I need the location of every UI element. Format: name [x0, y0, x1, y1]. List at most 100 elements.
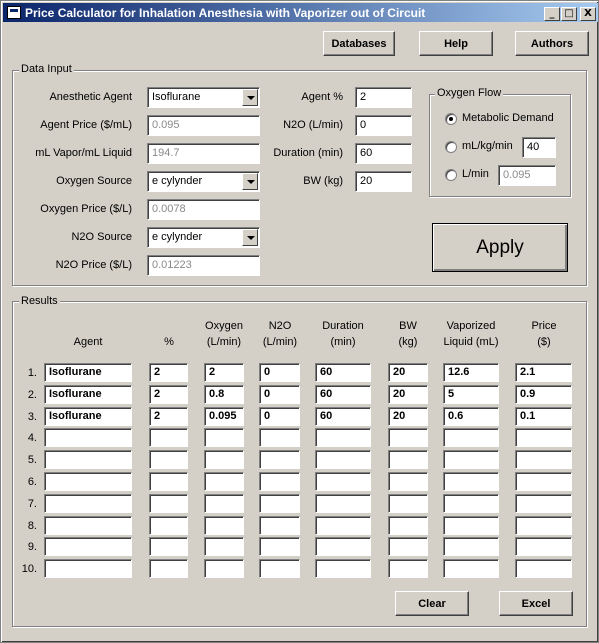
result-cell-bw[interactable] — [388, 472, 428, 491]
result-cell-price[interactable]: 0.1 — [515, 406, 572, 426]
title-bar[interactable]: Price Calculator for Inhalation Anesthes… — [3, 3, 598, 22]
result-cell-vaporized[interactable] — [443, 559, 499, 579]
result-cell-duration[interactable] — [315, 537, 371, 557]
result-cell-oxygen[interactable] — [204, 450, 244, 470]
result-cell-bw[interactable] — [388, 493, 428, 513]
result-cell-bw[interactable] — [388, 537, 428, 557]
ml-kg-min-field[interactable]: 40 — [522, 137, 556, 158]
result-cell-vaporized[interactable] — [443, 428, 499, 448]
result-cell-oxygen[interactable] — [204, 472, 244, 491]
result-cell-pct[interactable] — [149, 515, 188, 535]
result-cell-n2o[interactable] — [259, 493, 300, 513]
result-cell-duration[interactable] — [315, 450, 371, 470]
result-cell-bw[interactable] — [388, 428, 428, 448]
result-cell-pct[interactable] — [149, 493, 188, 513]
result-cell-duration[interactable] — [315, 515, 371, 535]
apply-button[interactable]: Apply — [432, 223, 568, 272]
result-cell-vaporized[interactable]: 0.6 — [443, 406, 499, 426]
result-cell-price[interactable] — [515, 559, 572, 579]
result-cell-duration[interactable]: 60 — [315, 384, 371, 404]
result-cell-oxygen[interactable]: 0.095 — [204, 406, 244, 426]
metabolic-demand-radio[interactable] — [445, 113, 457, 125]
result-cell-agent[interactable] — [44, 559, 132, 579]
result-cell-agent[interactable]: Isoflurane — [44, 363, 132, 382]
result-cell-pct[interactable] — [149, 559, 188, 579]
result-cell-price[interactable]: 2.1 — [515, 363, 572, 382]
result-cell-pct[interactable] — [149, 428, 188, 448]
help-button[interactable]: Help — [419, 31, 493, 56]
result-cell-price[interactable]: 0.9 — [515, 384, 572, 404]
agent-price-field[interactable]: 0.095 — [147, 115, 260, 136]
clear-button[interactable]: Clear — [395, 591, 469, 616]
agent-pct-field[interactable]: 2 — [355, 87, 412, 108]
oxygen-price-field[interactable]: 0.0078 — [147, 199, 260, 220]
bw-field[interactable]: 20 — [355, 171, 412, 192]
result-cell-bw[interactable]: 20 — [388, 384, 428, 404]
chevron-down-icon[interactable] — [242, 173, 258, 190]
result-cell-oxygen[interactable] — [204, 428, 244, 448]
result-cell-bw[interactable]: 20 — [388, 406, 428, 426]
result-cell-oxygen[interactable] — [204, 559, 244, 579]
result-cell-duration[interactable] — [315, 472, 371, 491]
result-cell-vaporized[interactable]: 12.6 — [443, 363, 499, 382]
result-cell-agent[interactable] — [44, 472, 132, 491]
chevron-down-icon[interactable] — [242, 229, 258, 246]
result-cell-agent[interactable] — [44, 428, 132, 448]
result-cell-price[interactable] — [515, 493, 572, 513]
result-cell-pct[interactable] — [149, 450, 188, 470]
maximize-button[interactable]: □ — [561, 7, 577, 21]
result-cell-oxygen[interactable] — [204, 493, 244, 513]
result-cell-oxygen[interactable] — [204, 537, 244, 557]
chevron-down-icon[interactable] — [242, 89, 258, 106]
ml-kg-min-radio[interactable] — [445, 141, 457, 153]
result-cell-vaporized[interactable] — [443, 472, 499, 491]
oxygen-source-select[interactable]: e cylynder — [147, 171, 260, 192]
excel-button[interactable]: Excel — [499, 591, 573, 616]
databases-button[interactable]: Databases — [323, 31, 395, 56]
result-cell-price[interactable] — [515, 537, 572, 557]
result-cell-vaporized[interactable]: 5 — [443, 384, 499, 404]
result-cell-price[interactable] — [515, 515, 572, 535]
close-button[interactable]: X — [580, 7, 596, 21]
result-cell-oxygen[interactable] — [204, 515, 244, 535]
result-cell-oxygen[interactable]: 2 — [204, 363, 244, 382]
result-cell-duration[interactable]: 60 — [315, 406, 371, 426]
result-cell-pct[interactable]: 2 — [149, 406, 188, 426]
result-cell-n2o[interactable] — [259, 537, 300, 557]
result-cell-bw[interactable] — [388, 559, 428, 579]
result-cell-pct[interactable] — [149, 472, 188, 491]
result-cell-oxygen[interactable]: 0.8 — [204, 384, 244, 404]
result-cell-bw[interactable]: 20 — [388, 363, 428, 382]
result-cell-pct[interactable] — [149, 537, 188, 557]
result-cell-vaporized[interactable] — [443, 493, 499, 513]
result-cell-duration[interactable]: 60 — [315, 363, 371, 382]
result-cell-n2o[interactable] — [259, 428, 300, 448]
result-cell-bw[interactable] — [388, 515, 428, 535]
result-cell-n2o[interactable] — [259, 515, 300, 535]
result-cell-agent[interactable] — [44, 450, 132, 470]
result-cell-pct[interactable]: 2 — [149, 363, 188, 382]
result-cell-agent[interactable]: Isoflurane — [44, 384, 132, 404]
result-cell-bw[interactable] — [388, 450, 428, 470]
result-cell-agent[interactable] — [44, 537, 132, 557]
n2o-flow-field[interactable]: 0 — [355, 115, 412, 136]
result-cell-vaporized[interactable] — [443, 515, 499, 535]
vapor-per-liquid-field[interactable]: 194.7 — [147, 143, 260, 164]
n2o-source-select[interactable]: e cylynder — [147, 227, 260, 248]
result-cell-n2o[interactable]: 0 — [259, 363, 300, 382]
minimize-button[interactable]: _ — [544, 7, 560, 21]
result-cell-agent[interactable] — [44, 515, 132, 535]
result-cell-price[interactable] — [515, 450, 572, 470]
n2o-price-field[interactable]: 0.01223 — [147, 255, 260, 276]
anesthetic-agent-select[interactable]: Isoflurane — [147, 87, 260, 108]
result-cell-n2o[interactable] — [259, 450, 300, 470]
result-cell-n2o[interactable] — [259, 559, 300, 579]
result-cell-price[interactable] — [515, 472, 572, 491]
result-cell-n2o[interactable]: 0 — [259, 384, 300, 404]
result-cell-duration[interactable] — [315, 428, 371, 448]
authors-button[interactable]: Authors — [515, 31, 589, 56]
l-min-radio[interactable] — [445, 169, 457, 181]
result-cell-price[interactable] — [515, 428, 572, 448]
result-cell-n2o[interactable] — [259, 472, 300, 491]
result-cell-n2o[interactable]: 0 — [259, 406, 300, 426]
